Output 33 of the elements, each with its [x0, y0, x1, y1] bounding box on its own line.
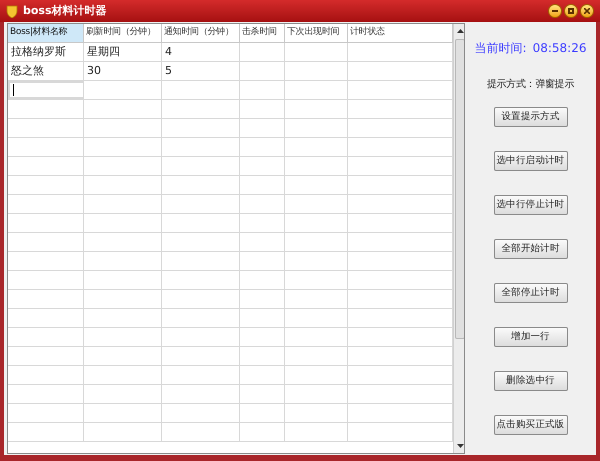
- table-cell-text: 星期四: [87, 44, 120, 60]
- action-button[interactable]: 增加一行: [494, 327, 568, 347]
- action-button[interactable]: 全部停止计时: [494, 283, 568, 303]
- maximize-button[interactable]: [564, 4, 578, 18]
- table-cell-text: 5: [165, 62, 172, 79]
- clock-time: 08:58:26: [532, 40, 586, 57]
- action-button[interactable]: 选中行停止计时: [494, 195, 568, 215]
- scrollbar[interactable]: [453, 24, 464, 453]
- minimize-button[interactable]: [548, 4, 562, 18]
- table-cell-text: 怒之煞: [11, 62, 44, 79]
- table-cell-text: 30: [87, 62, 101, 79]
- column-header[interactable]: 刷新时间（分钟）: [84, 24, 162, 42]
- action-button[interactable]: 全部开始计时: [494, 239, 568, 259]
- action-button[interactable]: 删除选中行: [494, 371, 568, 391]
- window-title: boss材料计时器: [23, 2, 107, 19]
- close-icon: [584, 8, 590, 14]
- column-header[interactable]: 击杀时间: [240, 24, 285, 42]
- column-header[interactable]: 通知时间（分钟）: [162, 24, 240, 42]
- scroll-up-icon[interactable]: [456, 29, 464, 33]
- column-header[interactable]: 下次出现时间: [285, 24, 348, 42]
- column-header[interactable]: Boss|材料名称: [8, 24, 84, 42]
- column-header[interactable]: 计时状态: [348, 24, 453, 42]
- close-button[interactable]: [580, 4, 594, 18]
- scroll-down-icon[interactable]: [456, 444, 464, 448]
- clock-label: 当前时间:: [474, 40, 527, 57]
- action-button[interactable]: 点击购买正式版: [494, 415, 568, 435]
- cell-input-field[interactable]: [8, 81, 84, 99]
- table-cell-text: 拉格纳罗斯: [11, 44, 66, 60]
- action-button[interactable]: 选中行启动计时: [494, 151, 568, 171]
- action-button[interactable]: 设置提示方式: [494, 107, 568, 127]
- shield-icon: [6, 4, 18, 18]
- notify-mode-text: 提示方式：弹窗提示: [486, 78, 574, 92]
- table-cell-text: 4: [165, 44, 172, 60]
